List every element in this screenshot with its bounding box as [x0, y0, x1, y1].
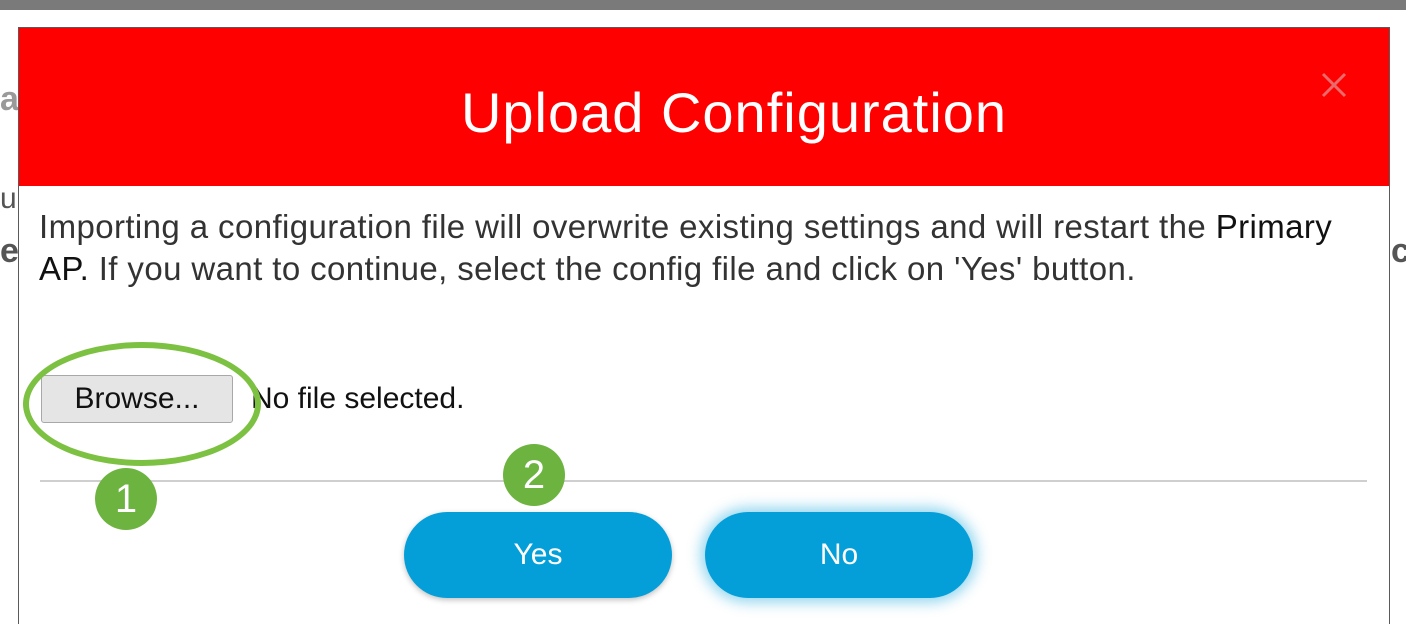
dialog-title: Upload Configuration: [460, 81, 1008, 144]
browse-button[interactable]: Browse...: [41, 375, 233, 423]
divider: [40, 480, 1367, 482]
screenshot-frame: a u e c Upload Configuration Importing a…: [0, 0, 1406, 624]
close-icon[interactable]: [1319, 70, 1349, 100]
background-text-fragment: c: [1391, 232, 1406, 270]
file-status: No file selected.: [251, 382, 465, 415]
background-text-fragment: u: [0, 182, 17, 215]
dialog-header: Upload Configuration: [19, 28, 1389, 186]
background-text-fragment: a: [0, 80, 19, 118]
background-text-fragment: e: [0, 232, 19, 270]
dialog-message: Importing a configuration file will over…: [39, 206, 1369, 290]
yes-button[interactable]: Yes: [404, 512, 672, 598]
message-text: Importing a configuration file will over…: [39, 208, 1216, 245]
step-badge-1: 1: [95, 468, 157, 530]
step-badge-2: 2: [503, 444, 565, 506]
no-button[interactable]: No: [705, 512, 973, 598]
message-text: If you want to continue, select the conf…: [89, 250, 1136, 287]
file-input: Browse... No file selected.: [41, 374, 464, 424]
upload-configuration-dialog: Upload Configuration Importing a configu…: [19, 28, 1389, 624]
